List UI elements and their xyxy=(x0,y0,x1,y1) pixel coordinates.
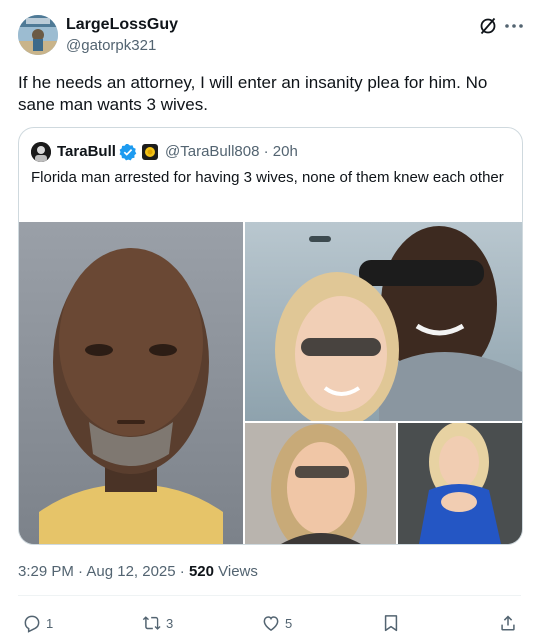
divider xyxy=(18,595,521,596)
share-icon xyxy=(501,615,515,631)
repost-icon xyxy=(142,616,161,630)
tweet-meta: 3:29 PM · Aug 12, 2025 · 520 Views xyxy=(18,563,258,580)
tweet-text: If he needs an attorney, I will enter an… xyxy=(18,73,488,114)
more-icon[interactable] xyxy=(503,16,525,36)
bookmark-button[interactable] xyxy=(381,612,401,634)
avatar[interactable] xyxy=(18,15,58,55)
quoted-avatar[interactable] xyxy=(31,142,51,162)
timestamp[interactable]: 3:29 PM · Aug 12, 2025 · xyxy=(18,563,189,580)
like-button[interactable]: 5 xyxy=(261,612,292,634)
share-button[interactable] xyxy=(498,612,518,634)
grok-icon[interactable] xyxy=(478,16,498,36)
author-name[interactable]: LargeLossGuy xyxy=(66,16,178,34)
views-label: Views xyxy=(213,563,258,580)
heart-icon xyxy=(263,616,279,631)
quoted-media-image[interactable] xyxy=(19,222,522,544)
reply-button[interactable]: 1 xyxy=(22,612,53,634)
reply-icon xyxy=(24,615,40,633)
author-handle[interactable]: @gatorpk321 xyxy=(66,37,156,54)
quoted-tweet[interactable]: TaraBull @TaraBull808 · 20h Florida man … xyxy=(18,127,523,545)
tweet: LargeLossGuy @gatorpk321 If he needs an … xyxy=(0,0,539,642)
affiliate-badge-icon xyxy=(142,144,158,160)
reply-count: 1 xyxy=(46,615,54,631)
bookmark-icon xyxy=(384,615,398,632)
like-count: 5 xyxy=(285,615,293,631)
repost-count: 3 xyxy=(166,615,174,631)
quoted-handle-time[interactable]: @TaraBull808 · 20h xyxy=(165,143,298,160)
repost-button[interactable]: 3 xyxy=(142,612,173,634)
quoted-text: Florida man arrested for having 3 wives,… xyxy=(31,169,504,186)
quoted-author-name[interactable]: TaraBull xyxy=(57,143,116,160)
verified-icon xyxy=(119,143,137,161)
views-count: 520 xyxy=(188,563,214,580)
